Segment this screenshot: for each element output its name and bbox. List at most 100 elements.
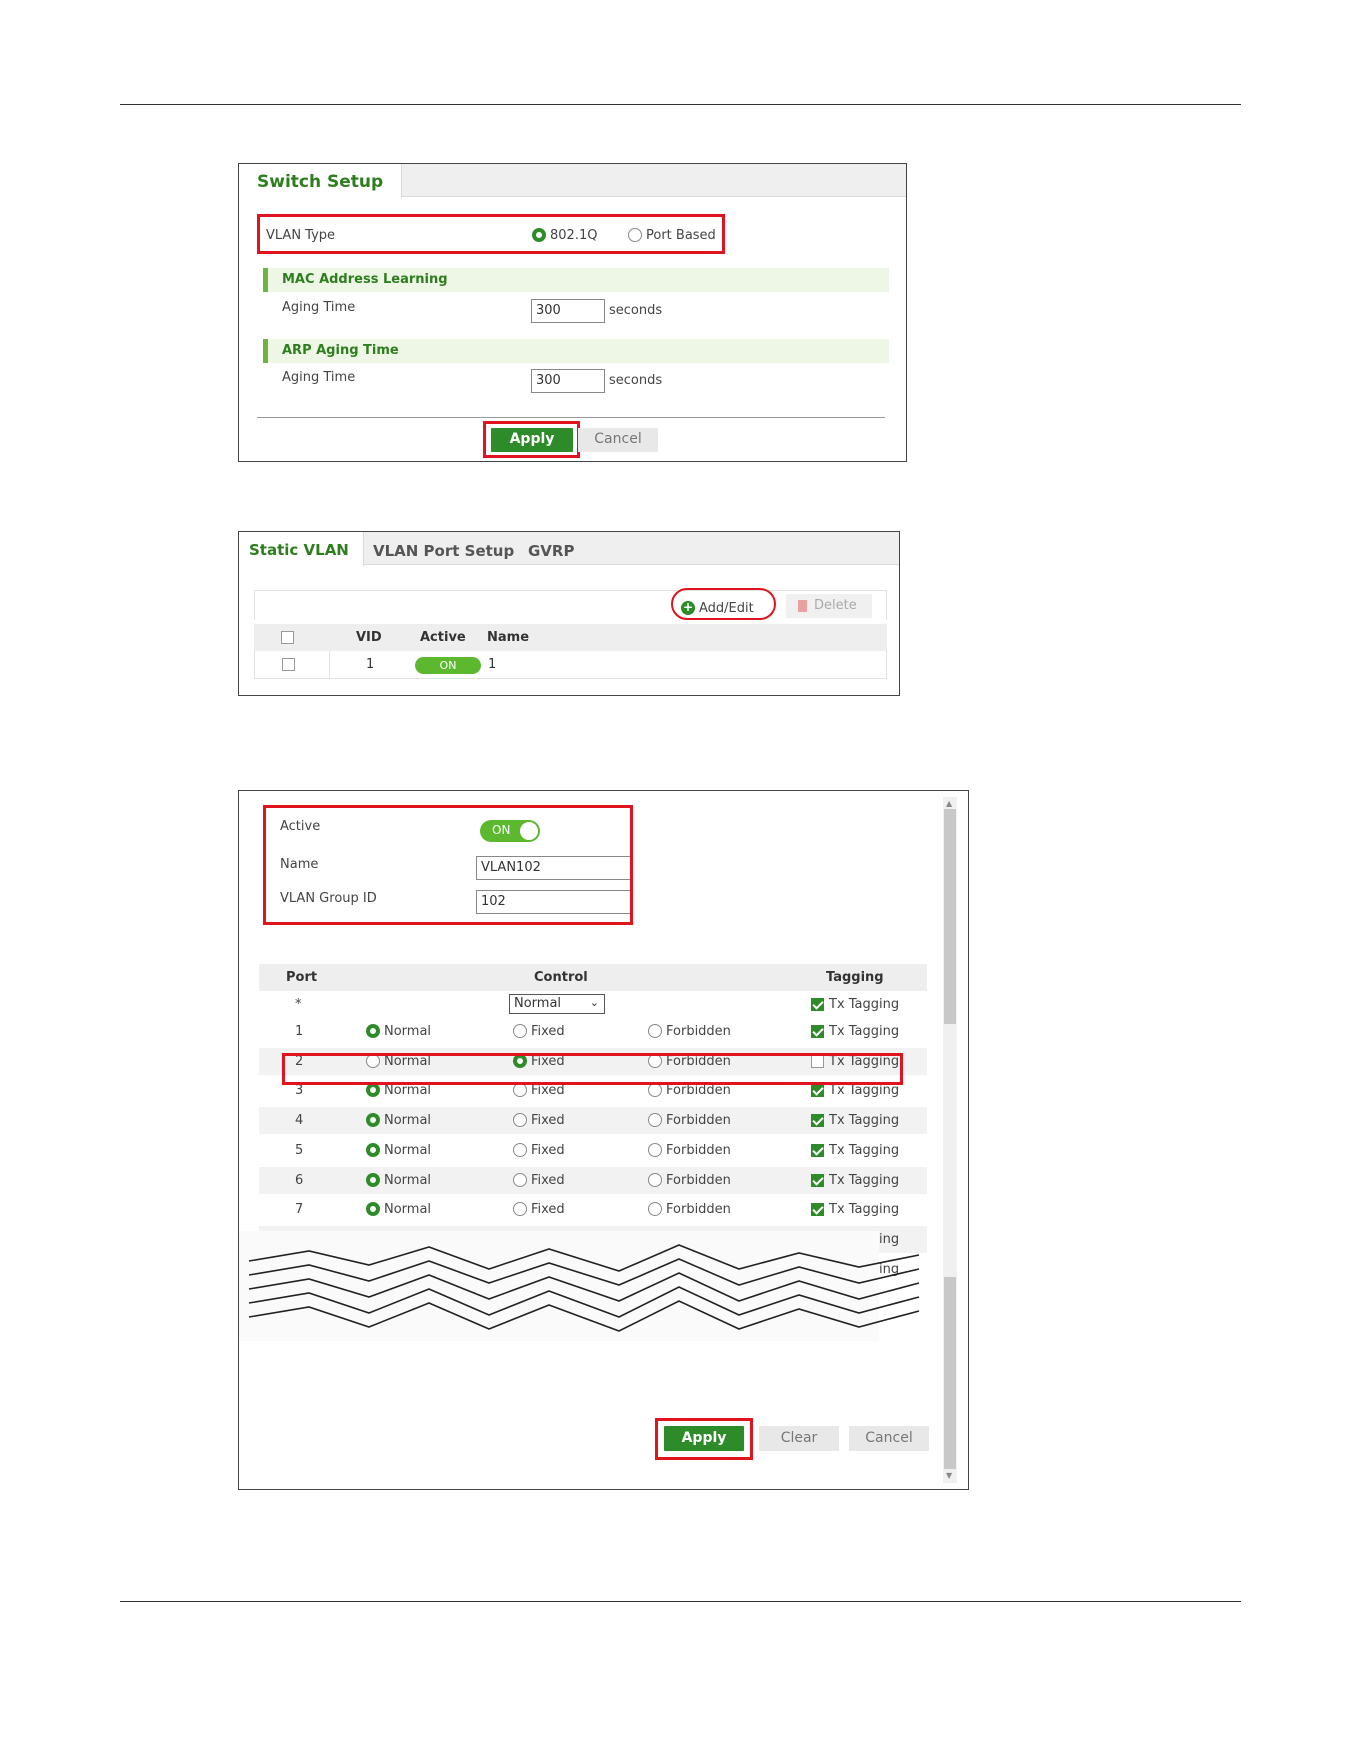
row-name: 1 — [488, 657, 497, 672]
radio-normal-label: Normal — [384, 1083, 432, 1099]
arp-aging-time-section: ARP Aging Time — [263, 339, 889, 363]
radio-forbidden[interactable] — [648, 1142, 662, 1157]
radio-normal[interactable] — [366, 1024, 380, 1038]
port-number: 3 — [295, 1083, 304, 1099]
port-row-3: 3 Normal Fixed Forbidden Tx Tagging — [259, 1077, 927, 1104]
radio-fixed[interactable] — [513, 1172, 527, 1187]
tx-tagging-label: Tx Tagging — [829, 1172, 900, 1188]
radio-normal[interactable] — [366, 1142, 380, 1157]
radio-fixed[interactable] — [513, 1113, 527, 1128]
radio-normal-label: Normal — [384, 1142, 432, 1158]
radio-forbidden[interactable] — [648, 1053, 662, 1068]
clear-button[interactable]: Clear — [759, 1426, 839, 1451]
static-vlan-panel: Static VLAN VLAN Port Setup GVRP + Add/E… — [238, 531, 900, 696]
tx-tagging-checkbox[interactable] — [811, 1203, 824, 1217]
tx-tagging-checkbox[interactable] — [811, 1114, 824, 1128]
port-table-header: Port Control Tagging — [259, 964, 927, 991]
tab-gvrp[interactable]: GVRP — [528, 532, 574, 565]
radio-normal-label: Normal — [384, 1113, 432, 1129]
delete-button[interactable]: Delete — [786, 594, 872, 618]
active-toggle[interactable]: ON — [480, 820, 540, 842]
radio-forbidden-label: Forbidden — [666, 1113, 731, 1129]
row-active-toggle[interactable]: ON — [415, 657, 481, 674]
port-number: 2 — [295, 1053, 304, 1069]
radio-normal[interactable] — [366, 1053, 380, 1068]
tab-static-vlan[interactable]: Static VLAN — [239, 532, 364, 566]
tx-tagging-checkbox[interactable] — [811, 1084, 824, 1098]
radio-normal-label: Normal — [384, 1053, 432, 1069]
vlan-type-label: VLAN Type — [266, 228, 336, 243]
port-row-2: 2 Normal Fixed Forbidden Tx Tagging — [259, 1047, 927, 1075]
active-toggle-label: ON — [492, 823, 511, 837]
mac-address-learning-section: MAC Address Learning — [263, 268, 889, 292]
radio-port-based[interactable] — [628, 228, 642, 242]
table-header: VID Active Name — [254, 624, 887, 651]
port-number: 5 — [295, 1142, 304, 1158]
torn-break-graphic — [239, 1231, 920, 1341]
scrollbar[interactable]: ▲ ▼ — [943, 797, 957, 1483]
tx-tagging-checkbox[interactable] — [811, 1054, 824, 1068]
arp-aging-time-label: Aging Time — [282, 370, 356, 385]
vlan-edit-panel: Active ON Name VLAN102 VLAN Group ID 102… — [238, 790, 969, 1490]
tx-tagging-label: Tx Tagging — [829, 1142, 900, 1158]
radio-fixed[interactable] — [513, 1202, 527, 1217]
radio-fixed[interactable] — [513, 1053, 527, 1068]
radio-forbidden[interactable] — [648, 1202, 662, 1217]
tx-tagging-label: Tx Tagging — [829, 1083, 900, 1099]
name-input[interactable]: VLAN102 — [476, 856, 632, 880]
radio-normal[interactable] — [366, 1202, 380, 1217]
tx-tagging-checkbox[interactable] — [811, 1143, 824, 1157]
radio-fixed[interactable] — [513, 1142, 527, 1157]
table-row[interactable]: 1 ON 1 — [254, 651, 887, 679]
port-row-6: 6 Normal Fixed Forbidden Tx Tagging — [259, 1166, 927, 1194]
radio-fixed-label: Fixed — [531, 1024, 565, 1039]
vlan-group-id-input[interactable]: 102 — [476, 890, 632, 914]
apply-button[interactable]: Apply — [491, 428, 573, 452]
tx-tagging-checkbox[interactable] — [811, 1173, 824, 1187]
radio-8021q[interactable] — [532, 228, 546, 242]
tab-switch-setup[interactable]: Switch Setup — [239, 164, 403, 198]
radio-fixed[interactable] — [513, 1083, 527, 1098]
radio-normal[interactable] — [366, 1172, 380, 1187]
radio-normal[interactable] — [366, 1113, 380, 1128]
radio-forbidden-label: Forbidden — [666, 1142, 731, 1158]
mac-aging-time-input[interactable]: 300 — [531, 299, 605, 323]
scroll-up-arrow[interactable]: ▲ — [946, 799, 952, 808]
radio-forbidden-label: Forbidden — [666, 1202, 731, 1218]
cancel-button[interactable]: Cancel — [578, 428, 658, 452]
radio-forbidden[interactable] — [648, 1083, 662, 1098]
row-checkbox[interactable] — [282, 658, 295, 671]
edit-apply-button[interactable]: Apply — [664, 1426, 744, 1451]
edit-cancel-button[interactable]: Cancel — [849, 1426, 929, 1451]
all-tx-tagging-checkbox[interactable] — [811, 998, 824, 1011]
radio-normal-label: Normal — [384, 1172, 432, 1188]
footer-rule — [120, 1601, 1241, 1602]
radio-fixed-label: Fixed — [531, 1202, 565, 1218]
header-rule — [120, 104, 1241, 105]
port-number: 6 — [295, 1172, 304, 1188]
tab-bar: Switch Setup — [239, 164, 906, 198]
col-vid: VID — [356, 630, 382, 645]
radio-normal-label: Normal — [384, 1024, 432, 1039]
port-row-1: 1 Normal Fixed Forbidden Tx Tagging — [259, 1018, 927, 1045]
col-port: Port — [286, 970, 318, 985]
control-select[interactable]: Normal ⌄ — [509, 994, 605, 1014]
tx-tagging-label: Tx Tagging — [829, 1053, 900, 1069]
scroll-thumb[interactable] — [944, 809, 956, 1024]
footer-divider — [257, 417, 885, 418]
radio-forbidden[interactable] — [648, 1113, 662, 1128]
radio-forbidden[interactable] — [648, 1172, 662, 1187]
select-all-checkbox[interactable] — [281, 631, 294, 644]
col-control: Control — [534, 970, 588, 985]
radio-fixed-label: Fixed — [531, 1172, 565, 1188]
radio-fixed[interactable] — [513, 1024, 527, 1038]
tx-tagging-checkbox[interactable] — [811, 1025, 824, 1038]
radio-normal[interactable] — [366, 1083, 380, 1098]
radio-forbidden[interactable] — [648, 1024, 662, 1038]
mac-aging-unit: seconds — [609, 303, 663, 318]
scroll-down-arrow[interactable]: ▼ — [946, 1471, 952, 1480]
tab-vlan-port-setup[interactable]: VLAN Port Setup — [373, 532, 514, 565]
arp-aging-time-input[interactable]: 300 — [531, 369, 605, 393]
add-edit-button[interactable]: + Add/Edit — [677, 597, 777, 621]
radio-forbidden-label: Forbidden — [666, 1172, 731, 1188]
